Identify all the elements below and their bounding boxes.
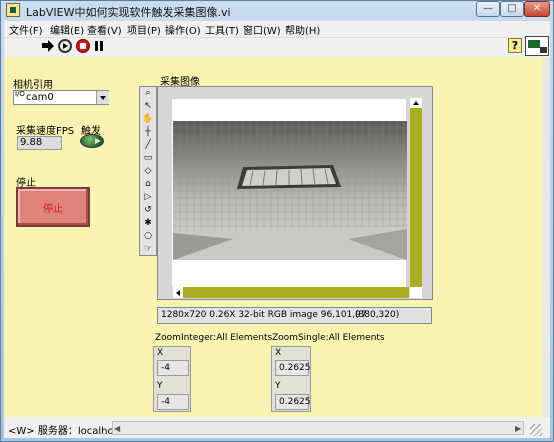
zoom-single-y-label: Y (275, 381, 281, 391)
close-button[interactable]: ✕ (524, 1, 550, 17)
zoom-integer-label: ZoomInteger:All Elements (155, 333, 273, 343)
menu-tools[interactable]: 工具(T) (205, 22, 239, 37)
zoom-single-x-label: X (275, 348, 282, 358)
chevron-down-icon[interactable] (96, 91, 109, 104)
annulus-tool-icon[interactable]: ⌂ (142, 179, 154, 190)
abort-execution-icon[interactable] (76, 39, 90, 53)
zoom-integer-y-label: Y (157, 381, 163, 391)
menu-window[interactable]: 窗口(W) (243, 22, 281, 37)
zoom-integer-y-value: -4 (157, 394, 189, 410)
io-icon-text: I/O (15, 90, 25, 98)
fps-value: 9.88 (20, 137, 43, 148)
minimize-button[interactable]: — (476, 1, 500, 17)
status-server-text: <W> 服务器：localhost (8, 426, 123, 437)
zoom-integer-x-value: -4 (157, 360, 189, 376)
menu-file[interactable]: 文件(F) (9, 22, 43, 37)
zoom-single-x-value: 0.2625 (275, 360, 311, 376)
polyline-tool-icon[interactable]: ✱ (142, 218, 154, 229)
labview-app-icon (6, 3, 20, 17)
pause-icon[interactable] (93, 39, 107, 53)
menu-edit[interactable]: 编辑(E) (50, 22, 84, 37)
ceiling-camera-image[interactable] (173, 121, 407, 260)
resize-grip-icon[interactable] (530, 424, 542, 436)
vi-icon[interactable] (525, 36, 549, 56)
menu-help[interactable]: 帮助(H) (285, 22, 320, 37)
trigger-button[interactable] (80, 134, 104, 148)
run-continuously-icon[interactable] (58, 39, 72, 53)
window-title: LabVIEW中如何实现软件触发采集图像.vi (26, 6, 231, 19)
scroll-left-arrow-icon[interactable] (173, 287, 183, 298)
oval-tool-icon[interactable]: ○ (142, 231, 154, 242)
scroll-left-icon[interactable]: ◀ (114, 424, 120, 433)
menu-project[interactable]: 项目(P) (127, 22, 161, 37)
io-icon: I/O (15, 90, 25, 103)
panel-horizontal-scrollbar[interactable] (112, 421, 524, 435)
stop-button-label: 停止 (43, 204, 63, 215)
context-help-button[interactable]: ? (508, 38, 522, 53)
menu-operate[interactable]: 操作(O) (165, 22, 201, 37)
zoom-tool-icon[interactable]: ⌕ (142, 88, 154, 99)
image-info-text: 1280x720 0.26X 32-bit RGB image 96,101,9… (161, 310, 367, 320)
scroll-right-icon[interactable]: ▶ (515, 424, 521, 433)
scroll-corner (410, 287, 422, 298)
scroll-up-arrow-icon[interactable] (410, 98, 422, 108)
zoom-single-y-value: 0.2625 (275, 394, 311, 410)
run-arrow-icon[interactable] (41, 39, 55, 53)
menu-view[interactable]: 查看(V) (87, 22, 122, 37)
point-tool-icon[interactable]: ┼ (142, 127, 154, 138)
rectangle-tool-icon[interactable]: ▭ (142, 153, 154, 164)
freehand-tool-icon[interactable]: ↺ (142, 205, 154, 216)
zoom-single-label: ZoomSingle:All Elements (272, 333, 385, 343)
image-vertical-scrollbar[interactable] (410, 98, 422, 288)
image-cursor-coords: (380,320) (355, 310, 400, 320)
fps-label: 采集速度FPS (16, 126, 75, 137)
polygon-tool-icon[interactable]: ▷ (142, 192, 154, 203)
camera-ref-value: cam0 (26, 92, 54, 103)
zoom-integer-x-label: X (157, 348, 164, 358)
pan-tool-icon[interactable]: ✋ (142, 114, 154, 125)
hand-tool-icon[interactable]: ☞ (142, 244, 154, 255)
maximize-button[interactable]: □ (500, 1, 524, 17)
panel-vertical-scrollbar[interactable] (543, 57, 550, 417)
image-horizontal-scrollbar[interactable] (173, 287, 409, 298)
pointer-tool-icon[interactable]: ↖ (142, 101, 154, 112)
rotated-rect-tool-icon[interactable]: ◇ (142, 166, 154, 177)
line-tool-icon[interactable]: ╱ (142, 140, 154, 151)
camera-ref-label: 相机引用 (13, 80, 53, 91)
